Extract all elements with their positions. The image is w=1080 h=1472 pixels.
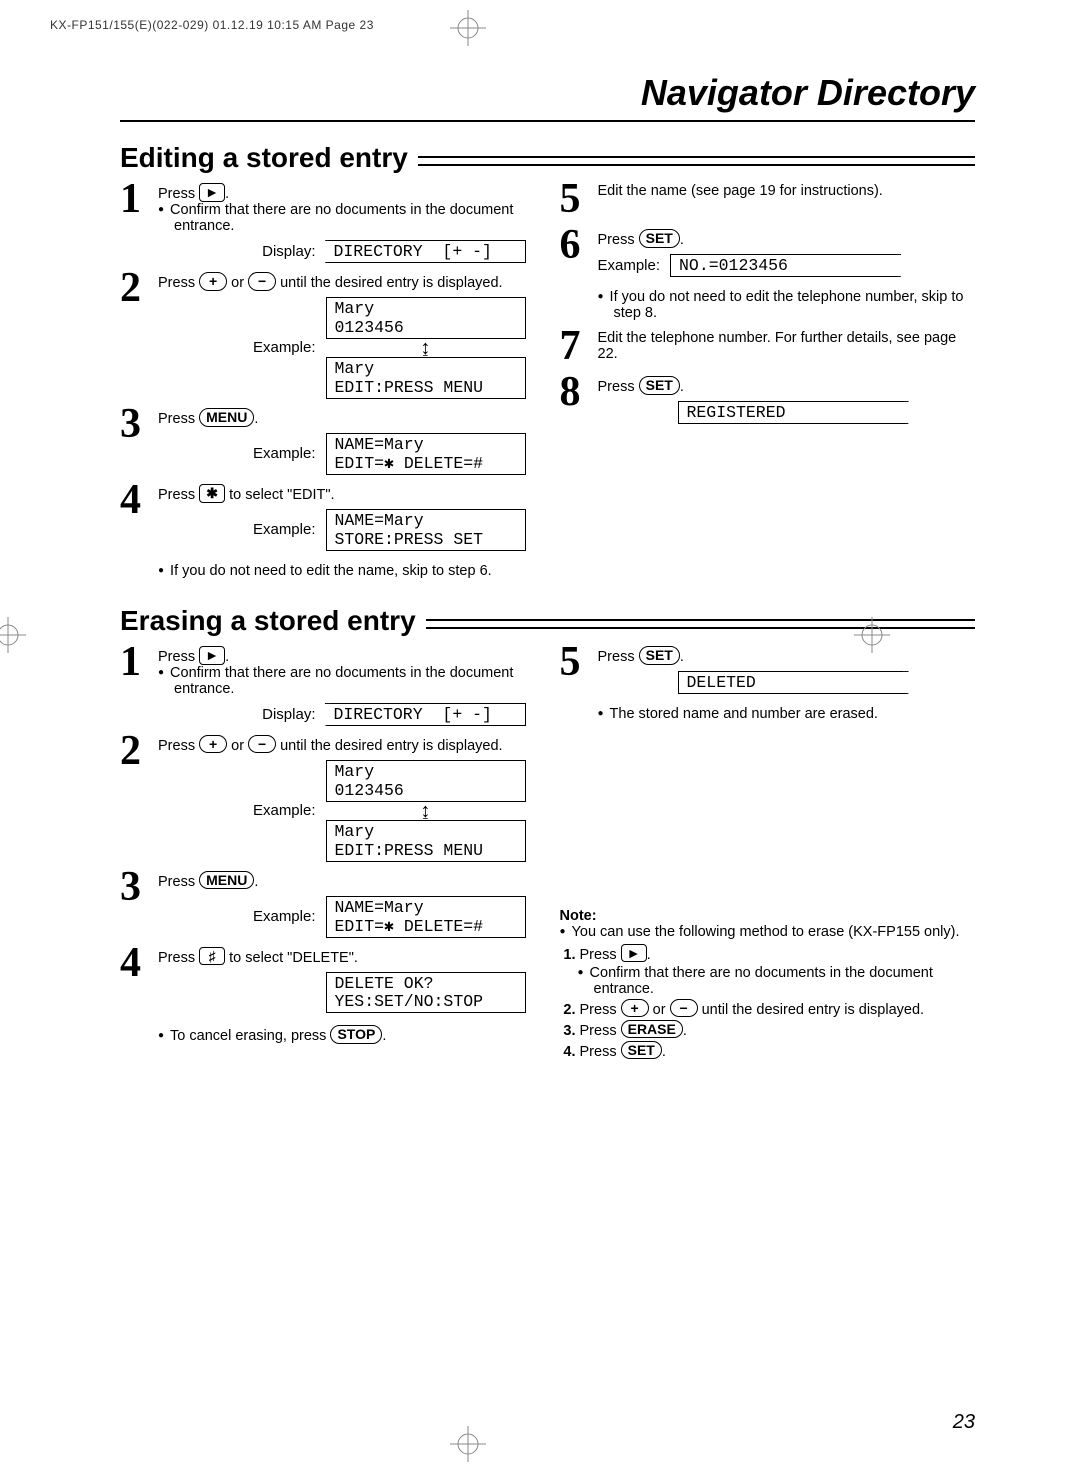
lcd-mary-edit: Mary EDIT:PRESS MENU bbox=[326, 357, 526, 399]
crop-mark bbox=[450, 10, 486, 46]
section-editing: Editing a stored entry bbox=[120, 142, 975, 174]
erase-key: ERASE bbox=[621, 1020, 683, 1039]
minus-icon: − bbox=[670, 999, 698, 1018]
edit-step-7: 7 Edit the telephone number. For further… bbox=[560, 327, 976, 367]
plus-icon: + bbox=[199, 272, 227, 291]
stop-key: STOP bbox=[330, 1025, 382, 1044]
lcd-name-store: NAME=Mary STORE:PRESS SET bbox=[326, 509, 526, 551]
erase-step-3: 3 Press MENU. Example: NAME=Mary EDIT=✱ … bbox=[120, 868, 536, 938]
note-heading: Note: bbox=[560, 908, 976, 924]
lcd-directory: DIRECTORY [+ -] bbox=[326, 240, 526, 263]
play-icon: ► bbox=[621, 944, 647, 963]
plus-icon: + bbox=[199, 735, 227, 754]
edit-step-2: 2 Press + or − until the desired entry i… bbox=[120, 269, 536, 399]
page-title: Navigator Directory bbox=[120, 72, 975, 114]
erase-step-2: 2 Press + or − until the desired entry i… bbox=[120, 732, 536, 862]
edit-step-3: 3 Press MENU. Example: NAME=Mary EDIT=✱ … bbox=[120, 405, 536, 475]
set-key: SET bbox=[639, 229, 680, 248]
plus-icon: + bbox=[621, 999, 649, 1018]
header-code: KX-FP151/155(E)(022-029) 01.12.19 10:15 … bbox=[50, 18, 374, 32]
crop-mark bbox=[0, 617, 26, 653]
erase-step-1: 1 Press ►. Confirm that there are no doc… bbox=[120, 643, 536, 726]
lcd-registered: REGISTERED bbox=[678, 401, 908, 424]
lcd-mary-num: Mary 0123456 bbox=[326, 297, 526, 339]
minus-icon: − bbox=[248, 735, 276, 754]
lcd-mary-edit: Mary EDIT:PRESS MENU bbox=[326, 820, 526, 862]
lcd-name-edit-delete: NAME=Mary EDIT=✱ DELETE=# bbox=[326, 433, 526, 475]
note-intro: You can use the following method to eras… bbox=[576, 924, 976, 940]
lcd-deleted: DELETED bbox=[678, 671, 908, 694]
asterisk-key: ✱ bbox=[199, 484, 225, 503]
edit-step-6: 6 Press SET. Example: NO.=0123456 If you… bbox=[560, 226, 976, 321]
menu-key: MENU bbox=[199, 871, 254, 890]
edit-step-4: 4 Press ✱ to select "EDIT". Example: NAM… bbox=[120, 481, 536, 579]
page-title-bar: Navigator Directory bbox=[120, 72, 975, 122]
set-key: SET bbox=[639, 376, 680, 395]
section-erasing: Erasing a stored entry bbox=[120, 605, 975, 637]
lcd-mary-num: Mary 0123456 bbox=[326, 760, 526, 802]
lcd-delete-ok: DELETE OK? YES:SET/NO:STOP bbox=[326, 972, 526, 1014]
lcd-no-number: NO.=0123456 bbox=[670, 254, 900, 277]
crop-mark bbox=[450, 1426, 486, 1462]
edit-step-5: 5 Edit the name (see page 19 for instruc… bbox=[560, 180, 976, 220]
updown-icon: ↨ bbox=[326, 803, 526, 819]
menu-key: MENU bbox=[199, 408, 254, 427]
crop-mark bbox=[854, 617, 890, 653]
edit-step-8: 8 Press SET. REGISTERED bbox=[560, 373, 976, 424]
minus-icon: − bbox=[248, 272, 276, 291]
lcd-directory: DIRECTORY [+ -] bbox=[326, 703, 526, 726]
lcd-name-edit-delete: NAME=Mary EDIT=✱ DELETE=# bbox=[326, 896, 526, 938]
updown-icon: ↨ bbox=[326, 340, 526, 356]
note-steps: Press ►. Confirm that there are no docum… bbox=[560, 944, 976, 1060]
hash-key: ♯ bbox=[199, 947, 225, 966]
erase-step-4: 4 Press ♯ to select "DELETE". DELETE OK?… bbox=[120, 944, 536, 1045]
edit-step-1: 1 Press ►. Confirm that there are no doc… bbox=[120, 180, 536, 263]
play-icon: ► bbox=[199, 183, 225, 202]
page-number: 23 bbox=[953, 1411, 975, 1434]
play-icon: ► bbox=[199, 646, 225, 665]
set-key: SET bbox=[639, 646, 680, 665]
set-key: SET bbox=[621, 1041, 662, 1060]
erase-step-5: 5 Press SET. DELETED The stored name and… bbox=[560, 643, 976, 722]
